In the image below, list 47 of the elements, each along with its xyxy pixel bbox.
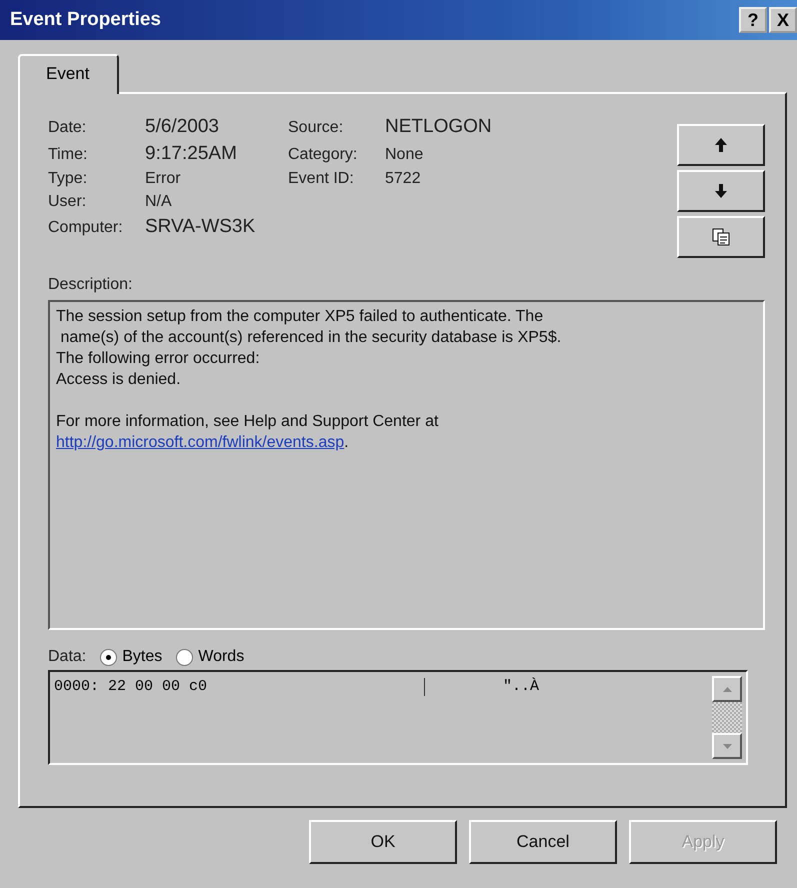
radio-option[interactable]: Words (176, 648, 244, 666)
field-value: None (385, 146, 424, 164)
field-label: Type: (48, 170, 88, 188)
field-value: Error (145, 170, 182, 188)
previous-button[interactable] (677, 124, 765, 166)
description-box[interactable] (48, 300, 765, 630)
description-text: The session setup from the computer XP5 failed to authenticate. The name(s) of the account(s) referenced in the security database is XP5$. The following error occurred: Access is denied. (56, 307, 562, 390)
help-button[interactable]: ? (739, 7, 767, 33)
field-value: NETLOGON (385, 116, 492, 138)
radio-button[interactable] (100, 648, 118, 666)
field-label: Computer: (48, 219, 124, 237)
field-label: Time: (48, 146, 88, 164)
field-value: 9:17:25AM (145, 143, 238, 165)
dialog-button[interactable]: OK (309, 820, 457, 864)
hex-bytes: 0000: 22 00 00 c0 (54, 678, 208, 695)
field-value: SRVA-WS3K (145, 216, 256, 238)
field-label: Source: (288, 119, 344, 137)
radio-label: Words (198, 648, 244, 666)
copy-icon (712, 228, 730, 246)
field-value: 5722 (385, 170, 422, 188)
field-label: Category: (288, 146, 358, 164)
up-triangle-icon (722, 686, 732, 692)
down-arrow-icon (715, 184, 727, 198)
scroll-down-button[interactable] (712, 733, 742, 759)
events-link[interactable]: http://go.microsoft.com/fwlink/events.asp (56, 434, 344, 451)
data-label: Data: (48, 648, 86, 666)
hex-chars: "..À (503, 678, 540, 695)
field-value: 5/6/2003 (145, 116, 220, 138)
radio-label: Bytes (122, 648, 162, 666)
field-label: User: (48, 193, 88, 211)
field-label: Date: (48, 119, 88, 137)
close-button[interactable]: X (769, 7, 797, 33)
field-value: N/A (145, 193, 173, 211)
next-button[interactable] (677, 170, 765, 212)
up-arrow-icon (715, 138, 727, 152)
radio-button[interactable] (176, 648, 194, 666)
data-box[interactable]: 0000: 22 00 00 c0 "..À (48, 670, 748, 765)
more-info-text: For more information, see Help and Support Center at http://go.microsoft.com/fwlink/events.asp. (56, 412, 440, 453)
scroll-up-button[interactable] (712, 676, 742, 702)
copy-button[interactable] (677, 216, 765, 258)
tab[interactable]: Event (18, 54, 120, 94)
window-title: Event Properties (10, 9, 161, 31)
field-label: Event ID: (288, 170, 355, 188)
description-label: Description: (48, 276, 134, 294)
radio-option[interactable]: Bytes (100, 648, 162, 666)
down-triangle-icon (722, 744, 732, 748)
dialog-button[interactable]: Cancel (469, 820, 617, 864)
